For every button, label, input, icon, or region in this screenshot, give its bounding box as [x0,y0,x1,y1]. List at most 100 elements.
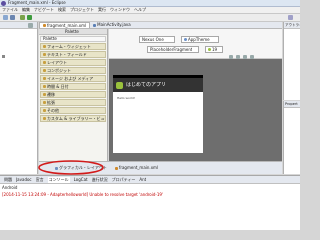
app-title: はじめてのアプリ [126,82,167,88]
folder-icon [43,61,46,64]
layout-toolbar: Nexus One AppTheme PlaceholderFragment 1… [109,29,282,59]
palette-section-label: フォーム・ウィジェット [47,43,91,49]
palette-section-label: テキスト・フィールド [47,51,87,57]
menu-navigate[interactable]: ナビゲート [34,7,54,13]
tab-declaration[interactable]: 宣言 [36,177,44,183]
run-icon[interactable] [27,15,32,20]
new-icon[interactable] [3,15,8,20]
console-panel: 問題 Javadoc 宣言 コンソール LogCat 進行状況 プロパティー A… [0,175,300,230]
folder-icon [43,93,46,96]
fragment-select-value: PlaceholderFragment [150,46,193,52]
fragment-select[interactable]: PlaceholderFragment [147,46,199,53]
tab-fragment-main-label: fragment_main.xml [47,22,87,28]
xml-file-icon [114,166,118,170]
outline-title: アウトライン [285,23,300,27]
menu-project[interactable]: プロジェクト [70,7,94,13]
menu-window[interactable]: ウィンドウ [110,7,130,13]
palette-section-composite[interactable]: コンポジット [40,67,106,74]
tab-fragment-main[interactable]: fragment_main.xml [39,22,91,28]
properties-header: Propert [284,101,300,108]
palette-section-label: 時間 & 日付 [47,83,69,89]
tab-properties[interactable]: プロパティー [112,177,136,183]
tab-mainactivity[interactable]: MainActivity.java [90,22,134,28]
palette-section-time-date[interactable]: 時間 & 日付 [40,83,106,90]
phone-preview[interactable]: はじめてのアプリ Hello world! [113,75,203,153]
menu-file[interactable]: ファイル [2,7,18,13]
tab-console[interactable]: コンソール [47,176,70,183]
palette-section-images-media[interactable]: イメージ および メディア [40,75,106,82]
device-select-value: Nexus One [142,36,164,42]
collapse-icon[interactable] [28,23,33,28]
properties-panel: Propert [283,101,300,174]
palette-section-label: イメージ および メディア [47,75,94,81]
tab-logcat[interactable]: LogCat [74,177,88,183]
tab-xml-source[interactable]: fragment_main.xml [113,165,160,171]
palette-section-label: カスタム & ライブラリー・ビュー [46,115,105,121]
menu-search[interactable]: 検索 [58,7,66,13]
folder-icon [43,77,46,80]
hello-text[interactable]: Hello world! [113,92,203,101]
folder-icon [43,109,46,112]
api-select[interactable]: 19 [205,46,223,53]
palette-section-label: その他 [47,107,59,113]
console-heading: Android [2,185,18,190]
theme-select-value: AppTheme [188,36,210,42]
action-bar: はじめてのアプリ [113,78,203,92]
highlight-oval [38,160,104,175]
title-bar: Fragment_main.xml - Eclipse [0,0,300,7]
palette-section-form-widgets[interactable]: フォーム・ウィジェット [40,43,106,50]
package-explorer-header [0,22,37,29]
palette-section-label: 拡張 [47,99,55,105]
palette-section-label: コンポジット [47,67,71,73]
menu-edit[interactable]: 編集 [22,7,30,13]
tab-javadoc[interactable]: Javadoc [16,177,32,183]
properties-title: Propert [285,102,298,106]
theme-select[interactable]: AppTheme [181,36,219,43]
palette-section-custom-library[interactable]: カスタム & ライブラリー・ビュー [40,115,106,122]
tab-ant[interactable]: Ant [139,177,146,183]
layout-canvas: はじめてのアプリ Hello world! [109,59,282,161]
menu-run[interactable]: 実行 [98,7,106,13]
tab-xml-source-label: fragment_main.xml [118,165,159,170]
palette-section-advanced[interactable]: 拡張 [40,99,106,106]
palette-section-text-fields[interactable]: テキスト・フィールド [40,51,106,58]
main-toolbar [0,14,300,22]
menu-bar: ファイル 編集 ナビゲート 検索 プロジェクト 実行 ウィンドウ ヘルプ [0,7,300,14]
xml-file-icon [43,24,46,27]
folder-icon [43,45,46,48]
device-select[interactable]: Nexus One [139,36,175,43]
theme-icon [184,38,187,41]
console-tab-bar: 問題 Javadoc 宣言 コンソール LogCat 進行状況 プロパティー A… [0,176,300,184]
android-icon [208,48,211,51]
menu-help[interactable]: ヘルプ [134,7,146,13]
tab-progress[interactable]: 進行状況 [92,177,108,183]
folder-icon [43,117,46,120]
palette-section-label: レイアウト [47,59,67,65]
tab-mainactivity-label: MainActivity.java [97,22,131,27]
outline-panel: アウトライン [283,22,300,100]
java-file-icon [93,23,97,27]
palette-section-layouts[interactable]: レイアウト [40,59,106,66]
palette-section-palette[interactable]: Palette [40,36,106,42]
palette-section-label: 遷移 [47,91,55,97]
palette-panel: Palette Palette フォーム・ウィジェット テキスト・フィールド レ… [39,29,108,161]
perspective-icon[interactable] [288,15,293,20]
console-log-line: [2014-11-15 13:24:09 - Adapterhelloworld… [2,192,164,197]
app-launcher-icon [116,81,123,89]
palette-section-other[interactable]: その他 [40,107,106,114]
palette-header: Palette [39,29,107,35]
window-title: Fragment_main.xml - Eclipse [8,0,66,5]
tree-item-placeholder [2,55,5,58]
package-explorer [0,22,38,174]
palette-section-label: Palette [43,36,57,41]
outline-header: アウトライン [284,22,300,29]
save-icon[interactable] [10,15,15,20]
folder-icon [43,101,46,104]
tab-problems[interactable]: 問題 [4,177,12,183]
debug-icon[interactable] [20,15,25,20]
folder-icon [43,53,46,56]
folder-icon [43,85,46,88]
palette-section-transitions[interactable]: 遷移 [40,91,106,98]
editor-tab-bar: fragment_main.xml MainActivity.java [39,22,282,29]
folder-icon [43,69,46,72]
